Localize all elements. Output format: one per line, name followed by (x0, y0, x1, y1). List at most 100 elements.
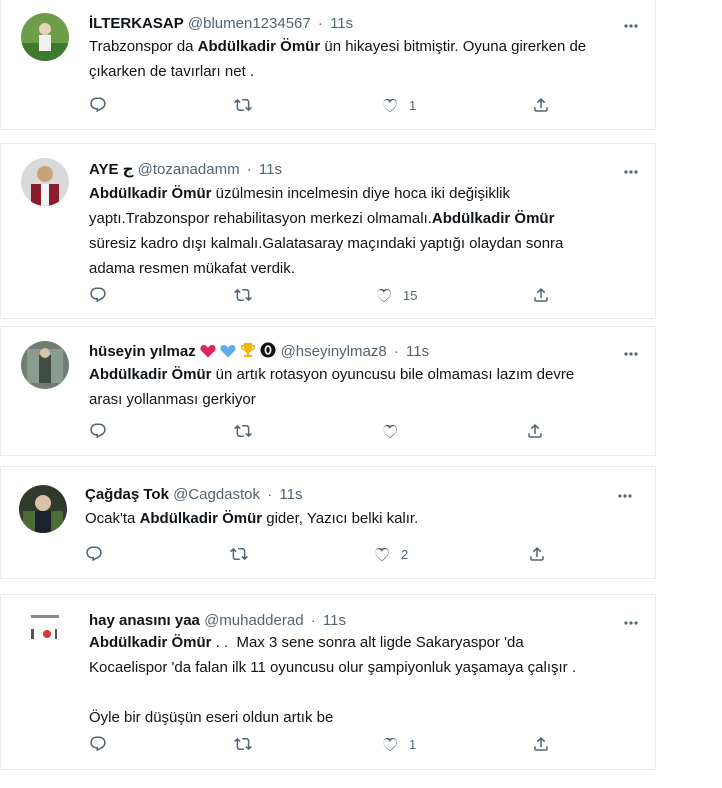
like-button[interactable] (381, 421, 399, 441)
tweet-text-segment: süresiz kadro dışı kalmalı.Galatasaray m… (89, 235, 564, 252)
retweet-icon (234, 737, 252, 751)
tweet-time[interactable]: 11s (279, 486, 302, 503)
separator-dot: · (317, 15, 323, 32)
tweet-actions: 2 (85, 544, 555, 564)
tweet-time[interactable]: 11s (259, 161, 282, 178)
retweet-button[interactable] (234, 421, 252, 441)
reply-icon (90, 97, 106, 113)
avatar[interactable] (21, 341, 69, 389)
tweet-text-segment: arası yollanması gerkiyor (89, 391, 256, 408)
tweet-time[interactable]: 11s (406, 343, 429, 360)
display-name[interactable]: Çağdaş Tok (85, 486, 169, 503)
tweet-card[interactable]: hüseyin yılmaz @hseyinylmaz8 · 11s Abdül… (0, 326, 656, 456)
tweet-text-line (89, 683, 576, 703)
reply-icon (90, 287, 106, 303)
reply-icon (86, 546, 102, 562)
like-button[interactable]: 1 (381, 734, 416, 754)
tweet-card[interactable]: İLTERKASAP @blumen1234567 · 11s Trabzons… (0, 0, 656, 130)
tweet-text-segment: gider, Yazıcı belki kalır. (262, 510, 419, 527)
more-icon[interactable] (621, 16, 641, 36)
tweet-text: Abdülkadir Ömür ün artık rotasyon oyuncu… (89, 365, 574, 415)
share-button[interactable] (528, 544, 546, 564)
tweet-actions (89, 421, 559, 441)
tweet-card[interactable]: Çağdaş Tok @Cagdastok · 11s Ocak'ta Abdü… (0, 466, 656, 579)
display-name[interactable]: AYE ج (89, 161, 133, 178)
retweet-button[interactable] (234, 95, 252, 115)
tweet-text-line: Abdülkadir Ömür üzülmesin incelmesin diy… (89, 184, 563, 204)
user-handle[interactable]: @Cagdastok (173, 486, 260, 503)
more-icon[interactable] (621, 613, 641, 633)
tweet-text-line: Kocaelispor 'da falan ilk 11 oyuncusu ol… (89, 658, 576, 678)
like-button[interactable]: 2 (373, 544, 408, 564)
tweet-text-segment: Trabzonspor da (89, 38, 198, 55)
like-icon (383, 737, 397, 752)
separator-dot: · (246, 161, 252, 178)
highlighted-keyword: Abdülkadir Ömür (139, 510, 263, 527)
retweet-button[interactable] (234, 734, 252, 754)
like-button[interactable]: 15 (375, 285, 417, 305)
display-name[interactable]: İLTERKASAP (89, 15, 184, 32)
retweet-icon (234, 288, 252, 302)
tweet-card[interactable]: AYE ج @tozanadamm · 11s Abdülkadir Ömür … (0, 143, 656, 319)
tweet-text-line: çıkarken de tavırları net . (89, 62, 586, 82)
user-handle[interactable]: @muhadderad (204, 612, 303, 629)
tweet-text-line: yaptı.Trabzonspor rehabilitasyon merkezi… (89, 209, 563, 229)
retweet-icon (234, 424, 252, 438)
tweet-text-segment: . . Max 3 sene sonra alt ligde Sakaryasp… (211, 634, 524, 651)
retweet-icon (234, 98, 252, 112)
user-handle[interactable]: @tozanadamm (138, 161, 240, 178)
user-handle[interactable]: @hseyinylmaz8 (281, 343, 387, 360)
tweet-text-line: Trabzonspor da Abdülkadir Ömür ün hikaye… (89, 37, 586, 57)
tweet-actions: 15 (89, 285, 559, 305)
avatar[interactable] (21, 13, 69, 61)
highlighted-keyword: Abdülkadir Ömür (89, 366, 212, 383)
tweet-text-line: Abdülkadir Ömür . . Max 3 sene sonra alt… (89, 633, 576, 653)
share-button[interactable] (532, 285, 550, 305)
user-handle[interactable]: @blumen1234567 (188, 15, 311, 32)
tweet-text-line: süresiz kadro dışı kalmalı.Galatasaray m… (89, 234, 563, 254)
like-count: 1 (409, 736, 417, 752)
reply-button[interactable] (89, 285, 107, 305)
like-button[interactable]: 1 (381, 95, 416, 115)
display-name[interactable]: hay anasını yaa (89, 612, 200, 629)
more-icon[interactable] (615, 486, 635, 506)
avatar[interactable] (19, 485, 67, 533)
avatar[interactable] (21, 609, 69, 657)
tweet-actions: 1 (89, 95, 559, 115)
tweet-text-segment: Ocak'ta (85, 510, 140, 527)
like-icon (383, 424, 397, 439)
tweet-text-segment: adama resmen mükafat verdik. (89, 260, 295, 277)
tweet-text: Trabzonspor da Abdülkadir Ömür ün hikaye… (89, 37, 586, 87)
tweet-card[interactable]: hay anasını yaa @muhadderad · 11s Abdülk… (0, 594, 656, 770)
reply-button[interactable] (89, 734, 107, 754)
tweet-time[interactable]: 11s (330, 15, 353, 32)
tweet-text-line: arası yollanması gerkiyor (89, 390, 574, 410)
retweet-button[interactable] (234, 285, 252, 305)
tweet-text-line: adama resmen mükafat verdik. (89, 259, 563, 279)
tweet-time[interactable]: 11s (323, 612, 346, 629)
blue-heart-icon (220, 344, 236, 364)
tweet-text-segment: yaptı.Trabzonspor rehabilitasyon merkezi… (89, 210, 432, 227)
zero-circle-icon (260, 342, 276, 364)
reply-button[interactable] (85, 544, 103, 564)
share-button[interactable] (526, 421, 544, 441)
reply-button[interactable] (89, 421, 107, 441)
retweet-button[interactable] (230, 544, 248, 564)
separator-dot: · (393, 343, 399, 360)
share-button[interactable] (532, 734, 550, 754)
tweet-text-segment: çıkarken de tavırları net . (89, 63, 255, 80)
more-icon[interactable] (621, 162, 641, 182)
red-heart-icon (200, 344, 216, 364)
avatar[interactable] (21, 158, 69, 206)
like-icon (377, 288, 391, 303)
tweet-text: Abdülkadir Ömür üzülmesin incelmesin diy… (89, 184, 563, 284)
tweet-text-segment: ün artık rotasyon oyuncusu bile olmaması… (211, 366, 575, 383)
display-name[interactable]: hüseyin yılmaz (89, 343, 196, 360)
share-icon (528, 423, 542, 438)
share-button[interactable] (532, 95, 550, 115)
reply-button[interactable] (89, 95, 107, 115)
reply-icon (90, 423, 106, 439)
more-icon[interactable] (621, 344, 641, 364)
retweet-icon (230, 547, 248, 561)
highlighted-keyword: Abdülkadir Ömür (197, 38, 321, 55)
